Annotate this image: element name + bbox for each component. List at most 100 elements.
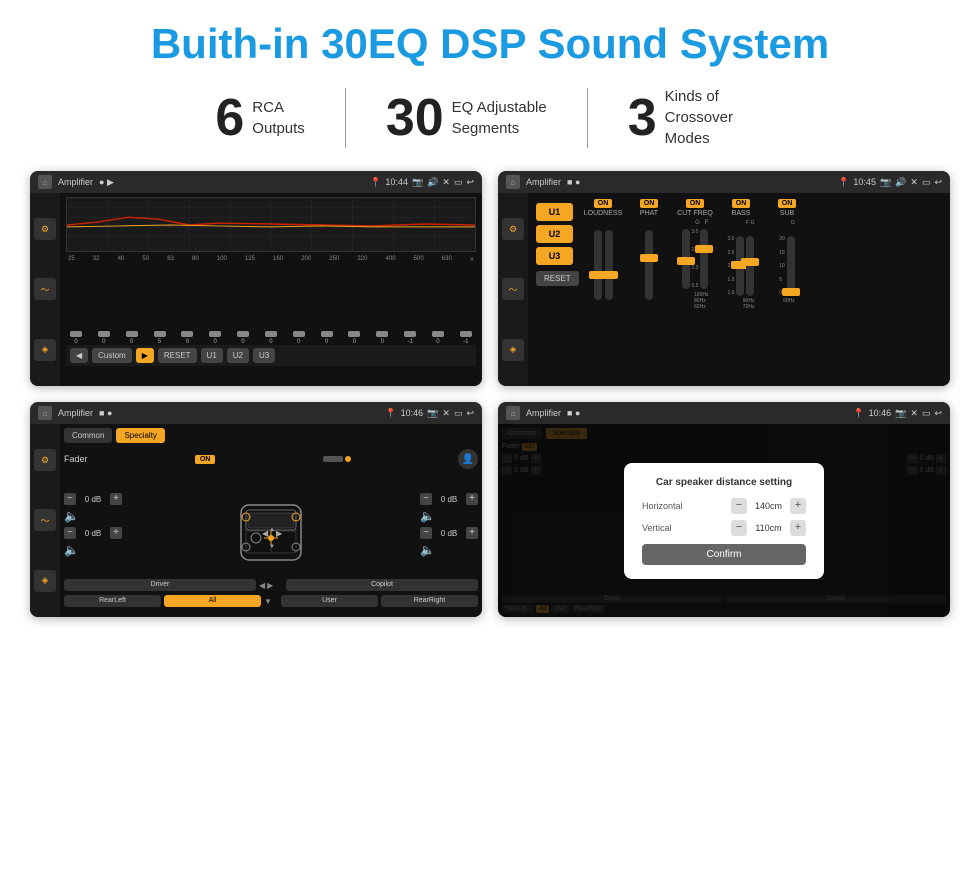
dialog-overlay: Car speaker distance setting Horizontal … xyxy=(498,424,950,617)
speaker-icon-row-4: 🔈 xyxy=(420,543,478,557)
tab-specialty[interactable]: Specialty xyxy=(116,428,164,443)
stat-eq-number: 30 xyxy=(386,92,444,144)
eq-slider-0[interactable]: 0 xyxy=(68,337,84,345)
amp-sidebar-btn-3[interactable]: ◈ xyxy=(502,339,524,361)
eq-slider-14[interactable]: -1 xyxy=(458,337,474,345)
time-4: 10:46 xyxy=(869,408,892,418)
u1-btn[interactable]: U1 xyxy=(536,203,573,221)
prev-button[interactable]: ◀ xyxy=(70,348,88,363)
vol-minus-3[interactable]: − xyxy=(420,493,432,505)
eq-slider-10[interactable]: 0 xyxy=(346,337,362,345)
vol-minus-4[interactable]: − xyxy=(420,527,432,539)
minimize-icon-3: ▭ xyxy=(454,408,463,419)
user-btn[interactable]: User xyxy=(281,595,378,607)
svg-text:◀: ◀ xyxy=(262,529,269,538)
rearright-btn[interactable]: RearRight xyxy=(381,595,478,607)
home-icon-1[interactable]: ⌂ xyxy=(38,175,52,189)
home-icon-2[interactable]: ⌂ xyxy=(506,175,520,189)
bass-on: ON xyxy=(732,199,751,208)
fader-on-toggle[interactable]: ON xyxy=(195,455,216,464)
screen-fader: ⌂ Amplifier ■ ● 📍 10:46 📷 ✕ ▭ ↩ xyxy=(30,402,482,617)
eq-slider-12[interactable]: -1 xyxy=(402,337,418,345)
eq-slider-5[interactable]: 0 xyxy=(207,337,223,345)
amp-icon-3: ◈ xyxy=(510,344,517,355)
rearleft-btn[interactable]: RearLeft xyxy=(64,595,161,607)
fader-main: Common Specialty Fader ON xyxy=(60,424,482,617)
phat-label: PHAT xyxy=(640,210,658,217)
vol-plus-3[interactable]: + xyxy=(466,493,478,505)
eq-graph-1 xyxy=(66,197,476,252)
eq-slider-11[interactable]: 0 xyxy=(374,337,390,345)
horizontal-plus[interactable]: + xyxy=(790,498,806,514)
u3-button-1[interactable]: U3 xyxy=(253,348,275,363)
amp-reset[interactable]: RESET xyxy=(536,271,579,286)
left-controls: − 0 dB + 🔈 − 0 dB + xyxy=(64,493,122,557)
eq-slider-8[interactable]: 0 xyxy=(291,337,307,345)
fader-sb-btn-3[interactable]: ◈ xyxy=(34,570,56,592)
speaker-layout: − 0 dB + 🔈 − 0 dB + xyxy=(64,475,478,575)
stat-crossover-label: Kinds ofCrossover Modes xyxy=(665,86,765,149)
loudness-on: ON xyxy=(594,199,613,208)
eq-sidebar-btn-3[interactable]: ◈ xyxy=(34,339,56,361)
app-title-3: Amplifier xyxy=(58,408,93,418)
reset-button-1[interactable]: RESET xyxy=(158,348,197,363)
eq-sidebar-btn-2[interactable]: 〜 xyxy=(34,278,56,300)
home-icon-3[interactable]: ⌂ xyxy=(38,406,52,420)
all-btn[interactable]: All xyxy=(164,595,261,607)
status-bar-left-1: ⌂ Amplifier ● ▶ xyxy=(38,175,114,189)
u2-button-1[interactable]: U2 xyxy=(227,348,249,363)
amp-icon-2: 〜 xyxy=(508,283,517,296)
eq-slider-9[interactable]: 0 xyxy=(319,337,335,345)
cutfreq-control: ON CUT FREQ G F 3.02.11.30.5 xyxy=(675,199,715,380)
camera-icon-2: 📷 xyxy=(880,177,891,188)
minimize-icon-1: ▭ xyxy=(454,177,463,188)
eq-slider-1[interactable]: 0 xyxy=(96,337,112,345)
eq-slider-2[interactable]: 0 xyxy=(124,337,140,345)
home-icon-4[interactable]: ⌂ xyxy=(506,406,520,420)
vol-plus-1[interactable]: + xyxy=(110,493,122,505)
amp-sidebar-btn-1[interactable]: ⚙ xyxy=(502,218,524,240)
horizontal-minus[interactable]: − xyxy=(731,498,747,514)
location-icon-3: 📍 xyxy=(385,408,396,419)
eq-slider-13[interactable]: 0 xyxy=(430,337,446,345)
vol-plus-4[interactable]: + xyxy=(466,527,478,539)
status-bar-left-4: ⌂ Amplifier ■ ● xyxy=(506,406,580,420)
loudness-control: ON LOUDNESS xyxy=(583,199,623,380)
speaker-icon-row-2: 🔈 xyxy=(64,543,122,557)
car-svg: ◀ ▶ ▲ ▼ xyxy=(226,475,316,575)
vertical-plus[interactable]: + xyxy=(790,520,806,536)
car-diagram: ◀ ▶ ▲ ▼ xyxy=(126,475,416,575)
eq-slider-4[interactable]: 0 xyxy=(179,337,195,345)
eq-sidebar-btn-1[interactable]: ⚙ xyxy=(34,218,56,240)
vol-minus-2[interactable]: − xyxy=(64,527,76,539)
stat-crossover: 3 Kinds ofCrossover Modes xyxy=(588,86,805,149)
right-controls: − 0 dB + 🔈 − 0 dB + xyxy=(420,493,478,557)
sub-label: SUB xyxy=(780,210,794,217)
stat-rca: 6 RCAOutputs xyxy=(175,92,344,144)
vol-minus-1[interactable]: − xyxy=(64,493,76,505)
svg-text:▶: ▶ xyxy=(276,529,283,538)
play-button[interactable]: ▶ xyxy=(136,348,154,363)
eq-slider-7[interactable]: 0 xyxy=(263,337,279,345)
vol-row-1: − 0 dB + xyxy=(64,493,122,505)
eq-slider-6[interactable]: 0 xyxy=(235,337,251,345)
eq-slider-3[interactable]: 5 xyxy=(152,337,168,345)
vol-value-3: 0 dB xyxy=(435,495,463,504)
fader-sb-btn-1[interactable]: ⚙ xyxy=(34,449,56,471)
vol-plus-2[interactable]: + xyxy=(110,527,122,539)
u1-button-1[interactable]: U1 xyxy=(201,348,223,363)
stat-eq-label: EQ AdjustableSegments xyxy=(452,97,547,139)
u3-btn[interactable]: U3 xyxy=(536,247,573,265)
fader-sb-btn-2[interactable]: 〜 xyxy=(34,509,56,531)
fader-content: ⚙ 〜 ◈ Common Specialty xyxy=(30,424,482,617)
horizontal-label: Horizontal xyxy=(642,501,692,511)
tab-common[interactable]: Common xyxy=(64,428,112,443)
amp-sidebar-btn-2[interactable]: 〜 xyxy=(502,278,524,300)
horizontal-row: Horizontal − 140cm + xyxy=(642,498,806,514)
driver-btn[interactable]: Driver xyxy=(64,579,256,591)
confirm-button[interactable]: Confirm xyxy=(642,544,806,565)
status-bar-3: ⌂ Amplifier ■ ● 📍 10:46 📷 ✕ ▭ ↩ xyxy=(30,402,482,424)
copilot-btn[interactable]: Copilot xyxy=(286,579,478,591)
vertical-minus[interactable]: − xyxy=(731,520,747,536)
u2-btn[interactable]: U2 xyxy=(536,225,573,243)
